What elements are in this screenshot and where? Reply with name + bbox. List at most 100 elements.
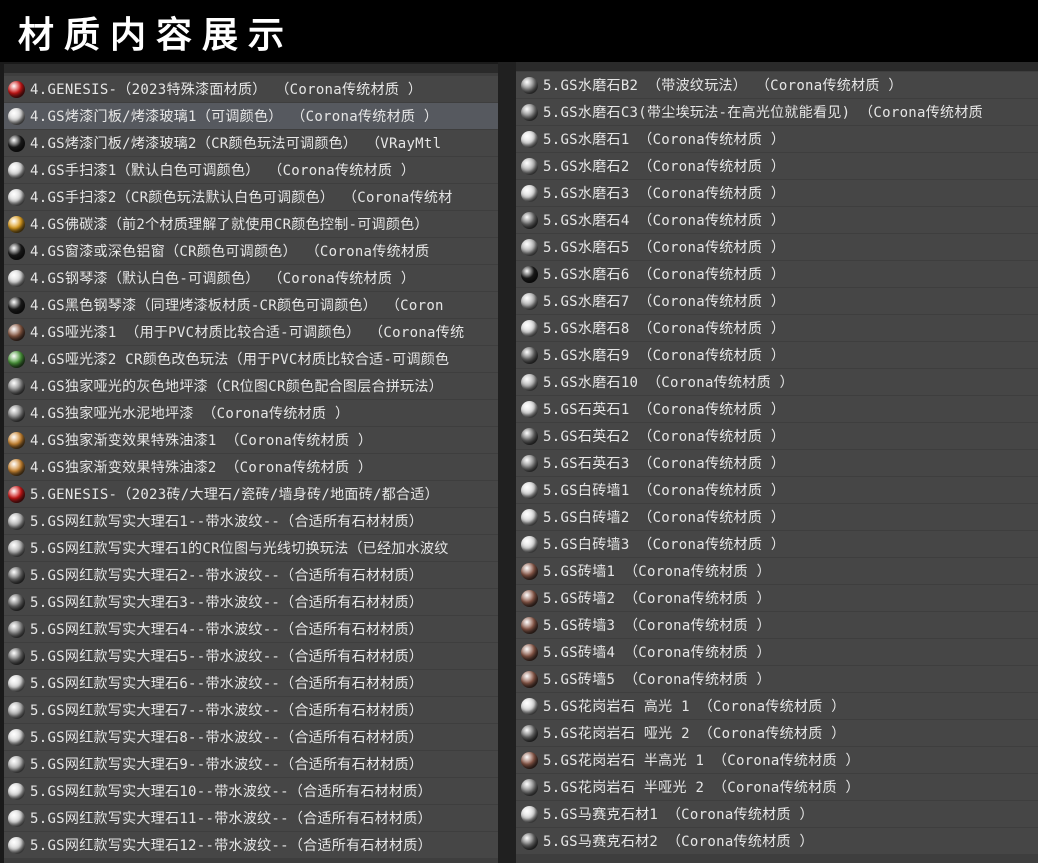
material-list-item[interactable]: 5.GS花岗岩石 哑光 2 （Corona传统材质 ） [516,720,1038,746]
material-label: 5.GS马赛克石材1 （Corona传统材质 ） [543,807,814,823]
material-list-item[interactable]: 5.GS花岗岩石 高光 1 （Corona传统材质 ） [516,693,1038,719]
material-label: 5.GS网红款写实大理石7--带水波纹--（合适所有石材材质） [30,703,424,719]
material-sphere-icon [8,404,25,422]
material-list-item[interactable]: 5.GS水磨石B2 （带波纹玩法） （Corona传统材质 ） [516,72,1038,98]
material-list-item[interactable]: 5.GENESIS-（2023砖/大理石/瓷砖/墙身砖/地面砖/都合适） [4,481,498,507]
material-list-item[interactable]: 4.GS佛碳漆（前2个材质理解了就使用CR颜色控制-可调颜色） [4,211,498,237]
material-label: 5.GS石英石1 （Corona传统材质 ） [543,402,786,418]
material-sphere-icon [521,184,538,202]
material-list-item[interactable]: 4.GS独家渐变效果特殊油漆2 （Corona传统材质 ） [4,454,498,480]
material-list-item[interactable]: 5.GS网红款写实大理石5--带水波纹--（合适所有石材材质） [4,643,498,669]
material-list-item[interactable]: 5.GS水磨石10 （Corona传统材质 ） [516,369,1038,395]
material-list-item[interactable]: 4.GS黑色钢琴漆（同理烤漆板材质-CR颜色可调颜色） （Coron [4,292,498,318]
material-label: 4.GS独家渐变效果特殊油漆1 （Corona传统材质 ） [30,433,373,449]
material-list-item[interactable]: 4.GS窗漆或深色铝窗（CR颜色可调颜色） （Corona传统材质 [4,238,498,264]
material-list-item[interactable]: 5.GS网红款写实大理石11--带水波纹--（合适所有石材材质） [4,805,498,831]
material-list-item[interactable]: 5.GS砖墙4 （Corona传统材质 ） [516,639,1038,665]
material-list-item[interactable]: 4.GS哑光漆2 CR颜色改色玩法（用于PVC材质比较合适-可调颜色 [4,346,498,372]
panel-divider [498,62,516,863]
material-label: 5.GS水磨石6 （Corona传统材质 ） [543,267,786,283]
material-list-item[interactable]: 5.GS网红款写实大理石1的CR位图与光线切换玩法（已经加水波纹 [4,535,498,561]
material-sphere-icon [8,242,25,260]
material-list-item[interactable]: 5.GS网红款写实大理石2--带水波纹--（合适所有石材材质） [4,562,498,588]
material-sphere-icon [521,292,538,310]
material-list-item[interactable]: 5.GS水磨石6 （Corona传统材质 ） [516,261,1038,287]
material-sphere-icon [8,701,25,719]
material-list-item[interactable]: 5.GS水磨石8 （Corona传统材质 ） [516,315,1038,341]
material-list-item[interactable]: 5.GS白砖墙1 （Corona传统材质 ） [516,477,1038,503]
material-sphere-icon [8,755,25,773]
material-sphere-icon [521,130,538,148]
material-label: 5.GS白砖墙2 （Corona传统材质 ） [543,510,786,526]
material-list-item[interactable]: 4.GS烤漆门板/烤漆玻璃1（可调颜色） （Corona传统材质 ） [4,103,498,129]
material-list-item[interactable]: 5.GS网红款写实大理石9--带水波纹--（合适所有石材材质） [4,751,498,777]
material-list-item[interactable]: 5.GS网红款写实大理石12--带水波纹--（合适所有石材材质） [4,832,498,858]
material-sphere-icon [8,512,25,530]
material-label: 5.GS网红款写实大理石11--带水波纹--（合适所有石材材质） [30,811,432,827]
material-list-item[interactable]: 5.GS水磨石9 （Corona传统材质 ） [516,342,1038,368]
material-list-item[interactable]: 4.GS手扫漆1（默认白色可调颜色） （Corona传统材质 ） [4,157,498,183]
material-list-item[interactable]: 5.GS网红款写实大理石10--带水波纹--（合适所有石材材质） [4,778,498,804]
material-list-item[interactable]: 5.GS水磨石4 （Corona传统材质 ） [516,207,1038,233]
material-list-item[interactable]: 5.GS水磨石3 （Corona传统材质 ） [516,180,1038,206]
material-list-item[interactable]: 4.GS手扫漆2（CR颜色玩法默认白色可调颜色） （Corona传统材 [4,184,498,210]
material-list-item[interactable]: 5.GS花岗岩石 半哑光 2 （Corona传统材质 ） [516,774,1038,800]
material-label: 5.GS砖墙2 （Corona传统材质 ） [543,591,771,607]
material-list-item[interactable]: 5.GS水磨石1 （Corona传统材质 ） [516,126,1038,152]
material-sphere-icon [521,319,538,337]
material-list-item[interactable]: 5.GS网红款写实大理石1--带水波纹--（合适所有石材材质） [4,508,498,534]
material-list-item[interactable]: 5.GS砖墙2 （Corona传统材质 ） [516,585,1038,611]
material-list-item[interactable]: 5.GS网红款写实大理石7--带水波纹--（合适所有石材材质） [4,697,498,723]
material-sphere-icon [8,134,25,152]
material-label: 5.GS网红款写实大理石1的CR位图与光线切换玩法（已经加水波纹 [30,541,449,557]
material-list-item[interactable]: 5.GS网红款写实大理石3--带水波纹--（合适所有石材材质） [4,589,498,615]
material-sphere-icon [8,620,25,638]
material-list-item[interactable]: 5.GS白砖墙2 （Corona传统材质 ） [516,504,1038,530]
material-sphere-icon [8,80,25,98]
material-list-item[interactable]: 5.GS砖墙3 （Corona传统材质 ） [516,612,1038,638]
material-list-item[interactable]: 5.GS网红款写实大理石6--带水波纹--（合适所有石材材质） [4,670,498,696]
material-label: 5.GS水磨石5 （Corona传统材质 ） [543,240,786,256]
material-list-item[interactable]: 5.GS网红款写实大理石8--带水波纹--（合适所有石材材质） [4,724,498,750]
material-label: 5.GS水磨石B2 （带波纹玩法） （Corona传统材质 ） [543,78,903,94]
material-list-item[interactable]: 4.GS烤漆门板/烤漆玻璃2（CR颜色玩法可调颜色） （VRayMtl [4,130,498,156]
material-list-item[interactable]: 5.GS网红款写实大理石4--带水波纹--（合适所有石材材质） [4,616,498,642]
material-label: 4.GS钢琴漆（默认白色-可调颜色） （Corona传统材质 ） [30,271,416,287]
material-list-item[interactable]: 5.GS白砖墙3 （Corona传统材质 ） [516,531,1038,557]
material-sphere-icon [521,265,538,283]
material-list-item[interactable]: 5.GS水磨石2 （Corona传统材质 ） [516,153,1038,179]
material-list-item[interactable]: 5.GS石英石1 （Corona传统材质 ） [516,396,1038,422]
material-list-right[interactable]: 5.GS水磨石B2 （带波纹玩法） （Corona传统材质 ） 5.GS水磨石C3… [516,62,1038,863]
material-list-item[interactable]: 4.GENESIS-（2023特殊漆面材质） （Corona传统材质 ） [4,76,498,102]
material-list-item[interactable]: 5.GS水磨石7 （Corona传统材质 ） [516,288,1038,314]
material-list-item[interactable]: 5.GS砖墙5 （Corona传统材质 ） [516,666,1038,692]
material-label: 5.GS花岗岩石 半高光 1 （Corona传统材质 ） [543,753,860,769]
material-list-item[interactable]: 4.GS独家哑光的灰色地坪漆（CR位图CR颜色配合图层合拼玩法） [4,373,498,399]
list-top-edge [4,64,498,73]
material-sphere-icon [8,323,25,341]
material-list-item[interactable]: 5.GS马赛克石材2 （Corona传统材质 ） [516,828,1038,854]
material-list-item[interactable]: 5.GS砖墙1 （Corona传统材质 ） [516,558,1038,584]
material-list-item[interactable]: 5.GS马赛克石材1 （Corona传统材质 ） [516,801,1038,827]
material-sphere-icon [521,697,538,715]
material-label: 4.GS独家哑光的灰色地坪漆（CR位图CR颜色配合图层合拼玩法） [30,379,444,395]
material-list-item[interactable]: 5.GS石英石2 （Corona传统材质 ） [516,423,1038,449]
material-list-item[interactable]: 4.GS独家哑光水泥地坪漆 （Corona传统材质 ） [4,400,498,426]
material-list-item[interactable]: 4.GS哑光漆1 （用于PVC材质比较合适-可调颜色） （Corona传统 [4,319,498,345]
material-list-item[interactable]: 5.GS石英石3 （Corona传统材质 ） [516,450,1038,476]
material-list-item[interactable]: 5.GS水磨石5 （Corona传统材质 ） [516,234,1038,260]
material-sphere-icon [8,674,25,692]
material-list-left[interactable]: 4.GENESIS-（2023特殊漆面材质） （Corona传统材质 ） 4.GS… [4,64,498,863]
material-list-item[interactable]: 4.GS独家渐变效果特殊油漆1 （Corona传统材质 ） [4,427,498,453]
material-label: 5.GS水磨石8 （Corona传统材质 ） [543,321,786,337]
material-list-item[interactable]: 4.GS钢琴漆（默认白色-可调颜色） （Corona传统材质 ） [4,265,498,291]
material-sphere-icon [521,643,538,661]
material-label: 5.GS砖墙3 （Corona传统材质 ） [543,618,771,634]
material-list-item[interactable]: 5.GS花岗岩石 半高光 1 （Corona传统材质 ） [516,747,1038,773]
material-label: 5.GS水磨石9 （Corona传统材质 ） [543,348,786,364]
material-label: 5.GS网红款写实大理石6--带水波纹--（合适所有石材材质） [30,676,424,692]
material-sphere-icon [8,269,25,287]
material-label: 4.GS独家渐变效果特殊油漆2 （Corona传统材质 ） [30,460,373,476]
material-list-item[interactable]: 5.GS水磨石C3(带尘埃玩法-在高光位就能看见) （Corona传统材质 [516,99,1038,125]
material-label: 5.GS砖墙4 （Corona传统材质 ） [543,645,771,661]
